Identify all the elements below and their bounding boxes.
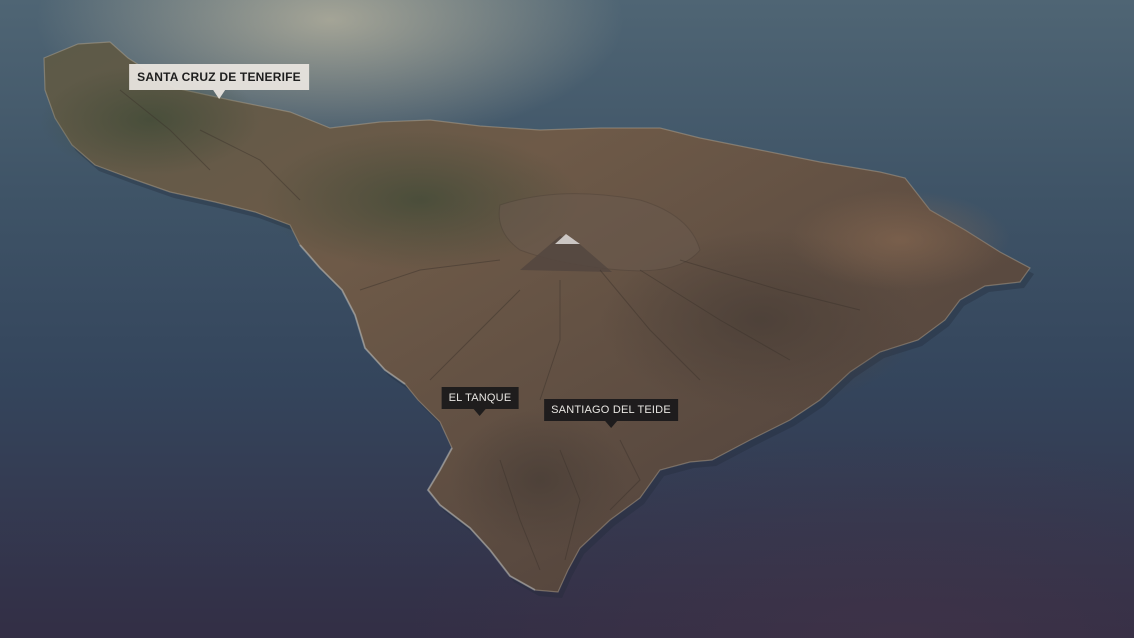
teno-massif <box>450 410 630 550</box>
marker-pointer <box>212 90 225 99</box>
marker-label: SANTA CRUZ DE TENERIFE <box>129 64 309 90</box>
marker-santa-cruz-de-tenerife[interactable]: SANTA CRUZ DE TENERIFE <box>129 64 309 99</box>
marker-pointer <box>605 421 617 428</box>
marker-label: EL TANQUE <box>441 387 519 409</box>
marker-el-tanque[interactable]: EL TANQUE <box>441 387 519 416</box>
marker-pointer <box>473 409 486 416</box>
east-coast-glow <box>790 190 1010 290</box>
marker-label: SANTIAGO DEL TEIDE <box>544 399 678 421</box>
map-view[interactable]: SANTA CRUZ DE TENERIFE EL TANQUE SANTIAG… <box>0 0 1134 638</box>
marker-santiago-del-teide[interactable]: SANTIAGO DEL TEIDE <box>544 399 678 428</box>
